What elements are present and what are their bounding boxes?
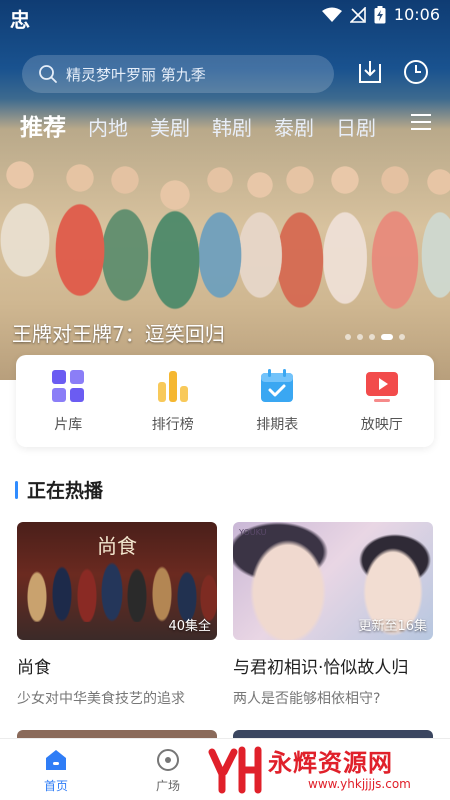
drama-card[interactable]: YOUKU 更新至16集 与君初相识·恰似故人归 两人是否能够相依相守? [233, 522, 433, 708]
quick-entry-library[interactable]: 片库 [23, 368, 113, 434]
section-title: 正在热播 [27, 480, 104, 502]
history-clock-icon[interactable] [402, 58, 430, 86]
play-screen-icon [365, 372, 398, 402]
section-heading: 正在热播 [15, 476, 103, 503]
grid-library-icon [52, 370, 85, 402]
quick-entry-label: 片库 [54, 417, 83, 433]
episode-badge: 40集全 [168, 619, 211, 634]
quick-entry-card: 片库 排行榜 排期表 放映厅 [16, 355, 434, 447]
nav-home[interactable]: 首页 [26, 747, 86, 794]
nav-label: 首页 [43, 779, 68, 793]
tab-japanese-drama[interactable]: 日剧 [336, 111, 376, 145]
tab-us-drama[interactable]: 美剧 [150, 111, 190, 145]
status-time: 10:06 [393, 5, 440, 24]
app-notification-icon: 忠 [10, 8, 30, 32]
poster-brand-text: YOUKU [239, 528, 267, 537]
banner-dot [345, 334, 351, 340]
quick-entry-ranking[interactable]: 排行榜 [128, 368, 218, 434]
banner-dot-active [381, 334, 393, 340]
nav-label: 广场 [155, 779, 180, 793]
drama-poster[interactable]: 尚食 40集全 [17, 522, 217, 640]
no-signal-icon [349, 6, 366, 23]
search-placeholder: 精灵梦叶罗丽 第九季 [66, 65, 206, 84]
nav-plaza[interactable]: 广场 [138, 747, 198, 794]
drama-description: 少女对中华美食技艺的追求 [17, 691, 185, 707]
quick-entry-label: 放映厅 [360, 417, 403, 433]
watermark-title: 永辉资源网 [268, 749, 393, 777]
banner-title[interactable]: 王牌对王牌7：逗笑回归 [12, 318, 225, 347]
wifi-icon [321, 7, 342, 22]
drama-card[interactable]: 尚食 40集全 尚食 少女对中华美食技艺的追求 [17, 522, 217, 708]
banner-pagination [345, 334, 405, 340]
tab-recommend[interactable]: 推荐 [20, 111, 66, 145]
tab-mainland[interactable]: 内地 [88, 111, 128, 145]
quick-entry-label: 排期表 [256, 417, 299, 433]
status-bar: 忠 10:06 [0, 0, 450, 32]
search-icon [39, 65, 57, 83]
tab-thai-drama[interactable]: 泰剧 [274, 111, 314, 145]
banner-dot [399, 334, 405, 340]
battery-charging-icon [374, 5, 386, 23]
episode-badge: 更新至16集 [358, 619, 427, 634]
drama-title[interactable]: 尚食 [17, 653, 217, 678]
watermark: 永辉资源网 www.yhkjjjjs.com [206, 742, 450, 798]
home-icon [46, 750, 66, 770]
watermark-url: www.yhkjjjjs.com [308, 777, 411, 791]
tab-korean-drama[interactable]: 韩剧 [212, 111, 252, 145]
menu-icon[interactable] [410, 113, 432, 131]
drama-poster[interactable]: YOUKU 更新至16集 [233, 522, 433, 640]
section-accent-bar [15, 480, 18, 499]
quick-entry-screening[interactable]: 放映厅 [337, 368, 427, 434]
download-icon[interactable] [356, 58, 384, 86]
watermark-logo-icon [208, 746, 262, 794]
quick-entry-label: 排行榜 [151, 417, 194, 433]
banner-dot [357, 334, 363, 340]
banner-dot [369, 334, 375, 340]
quick-entry-schedule[interactable]: 排期表 [232, 368, 322, 434]
poster-logo-text: 尚食 [97, 534, 137, 558]
bar-ranking-icon [157, 371, 188, 402]
search-input[interactable]: 精灵梦叶罗丽 第九季 [22, 55, 334, 93]
calendar-check-icon [261, 369, 294, 402]
drama-title[interactable]: 与君初相识·恰似故人归 [233, 653, 433, 678]
category-tabs: 推荐 内地 美剧 韩剧 泰剧 日剧 [20, 105, 400, 145]
circle-plaza-icon [157, 749, 179, 771]
drama-description: 两人是否能够相依相守? [233, 691, 381, 707]
